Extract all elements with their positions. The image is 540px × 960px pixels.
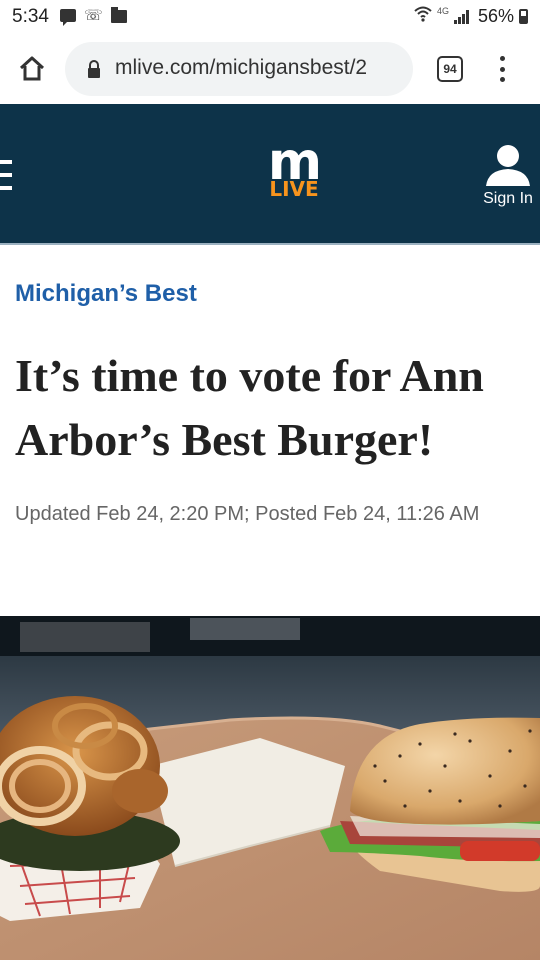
lock-icon bbox=[87, 60, 101, 78]
battery-icon bbox=[519, 9, 528, 24]
tab-switcher-button[interactable]: 94 bbox=[437, 56, 463, 82]
mlive-logo[interactable]: m LIVE bbox=[264, 136, 324, 204]
headline-line-2: Arbor’s Best Burger! bbox=[15, 414, 434, 465]
status-time: 5:34 bbox=[12, 6, 49, 27]
hamburger-menu-icon[interactable] bbox=[0, 160, 12, 190]
notification-icons: ☏ bbox=[60, 6, 127, 26]
headline-line-1: It’s time to vote for Ann bbox=[15, 350, 484, 401]
wifi-icon bbox=[414, 6, 432, 27]
article-headline: It’s time to vote for Ann Arbor’s Best B… bbox=[15, 344, 540, 472]
site-header: m LIVE Sign In bbox=[0, 104, 540, 245]
sign-in-button[interactable]: Sign In bbox=[476, 140, 540, 220]
system-icons: 4G 56% bbox=[414, 6, 528, 27]
overflow-menu-icon[interactable] bbox=[495, 56, 509, 82]
user-icon bbox=[484, 140, 532, 188]
article-lead-photo[interactable] bbox=[0, 616, 540, 960]
logo-text-live: LIVE bbox=[269, 177, 319, 201]
address-bar[interactable]: mlive.com/michigansbest/2 bbox=[65, 42, 413, 96]
signal-icon bbox=[453, 9, 469, 24]
url-text: mlive.com/michigansbest/2 bbox=[115, 56, 368, 79]
article-timestamp: Updated Feb 24, 2:20 PM; Posted Feb 24, … bbox=[15, 503, 480, 525]
section-kicker-link[interactable]: Michigan’s Best bbox=[15, 280, 197, 308]
status-bar: 5:34 ☏ 4G 56% bbox=[0, 0, 540, 34]
message-icon bbox=[60, 9, 76, 26]
missed-call-icon: ☏ bbox=[84, 7, 103, 24]
network-type: 4G bbox=[436, 5, 449, 16]
battery-percent: 56% bbox=[477, 6, 514, 26]
sign-in-label: Sign In bbox=[483, 190, 533, 207]
folder-icon bbox=[110, 6, 127, 23]
home-icon[interactable] bbox=[18, 55, 46, 83]
browser-toolbar: mlive.com/michigansbest/2 94 bbox=[0, 34, 540, 104]
